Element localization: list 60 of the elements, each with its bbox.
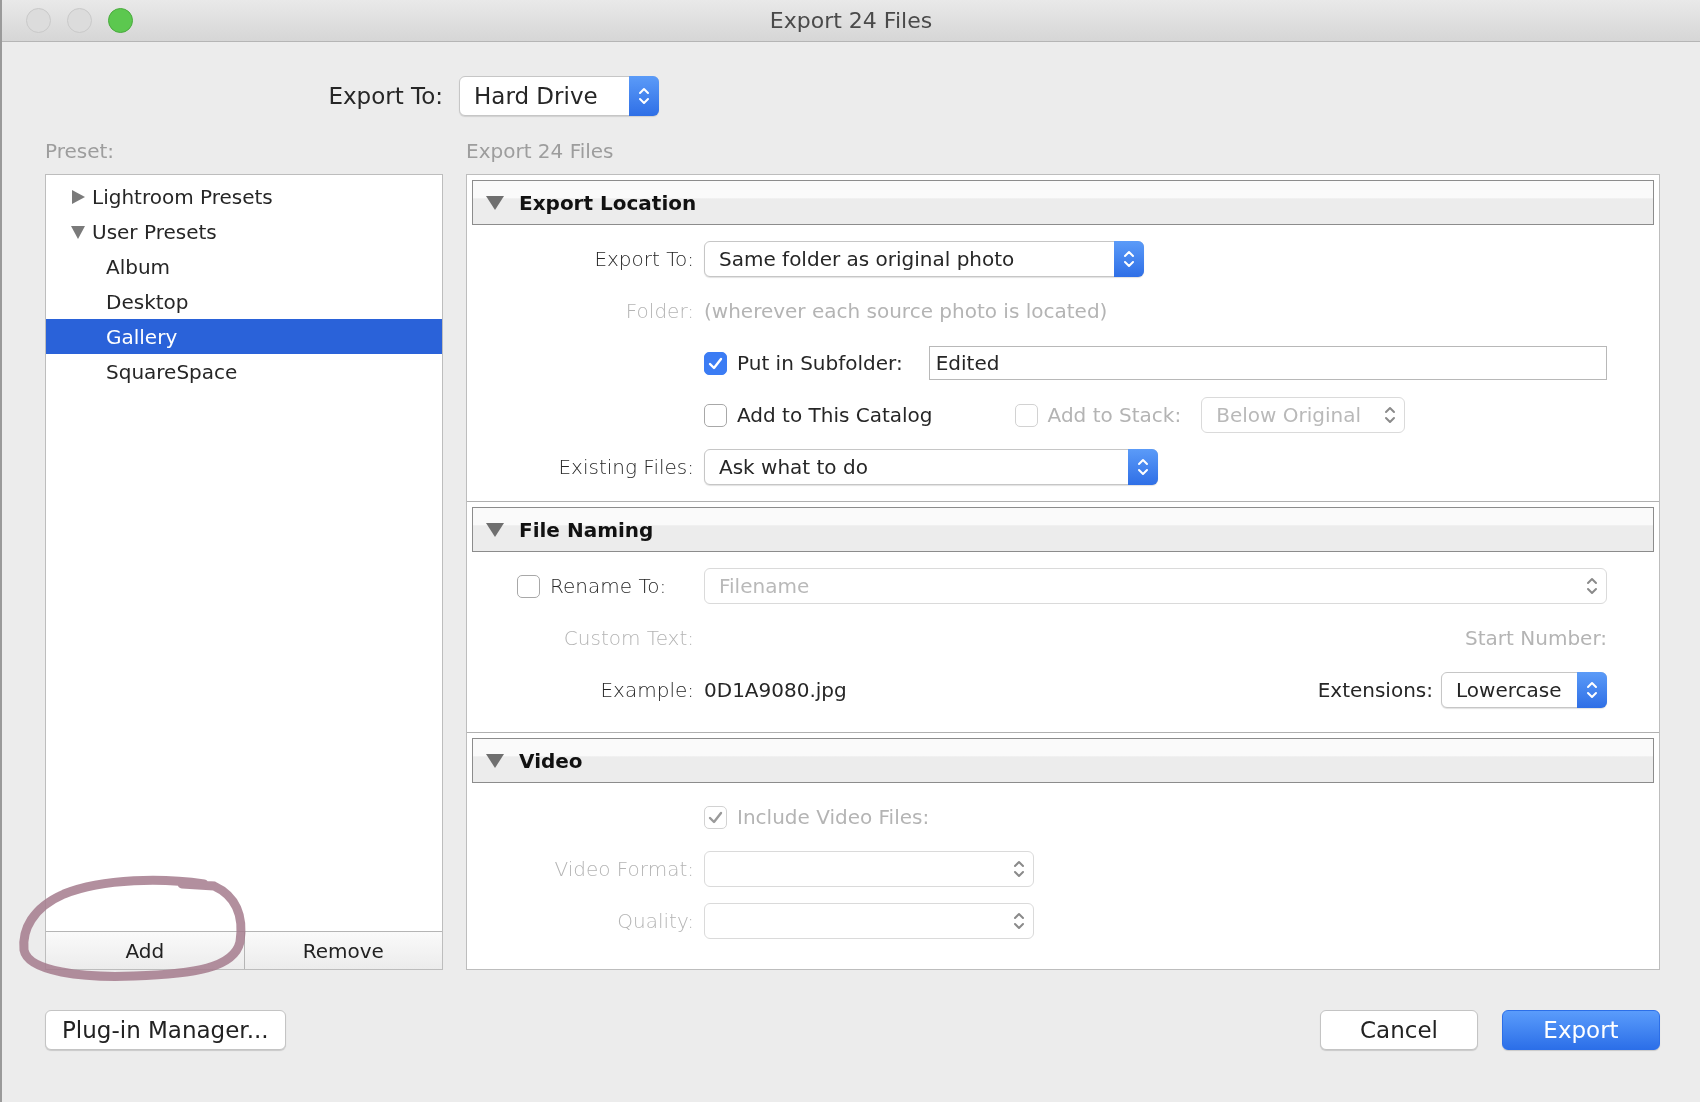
section-header[interactable]: File Naming <box>472 507 1654 552</box>
section-header[interactable]: Video <box>472 738 1654 783</box>
window-title: Export 24 Files <box>769 8 933 33</box>
field-value: 0D1A9080.jpg <box>704 677 847 704</box>
tree-item[interactable]: SquareSpace <box>46 354 442 389</box>
export-button[interactable]: Export <box>1502 1010 1660 1050</box>
stepper-icon <box>638 85 650 107</box>
checkbox-label: Rename To: <box>550 573 667 600</box>
plugin-manager-button[interactable]: Plug-in Manager... <box>45 1010 286 1050</box>
stepper-icon <box>1013 910 1025 932</box>
field-label: Export To: <box>594 246 694 273</box>
section-header[interactable]: Export Location <box>472 180 1654 225</box>
field-label: Custom Text: <box>563 625 694 652</box>
dropdown[interactable]: Hard Drive <box>459 76 659 116</box>
tree-item[interactable]: Lightroom Presets <box>46 179 442 214</box>
checkbox-label: Put in Subfolder: <box>737 350 903 377</box>
panel-caption: Export 24 Files <box>466 138 614 165</box>
field-label: Start Number: <box>1465 625 1607 652</box>
field-value: (wherever each source photo is located) <box>704 298 1108 325</box>
text-field[interactable]: Edited <box>928 346 1607 380</box>
expand-triangle-icon[interactable] <box>70 188 86 205</box>
collapse-triangle-icon <box>485 521 505 538</box>
tree-item[interactable]: Album <box>46 249 442 284</box>
stepper-icon <box>1586 575 1598 597</box>
field-label: Export To: <box>327 81 443 111</box>
field-label: Existing Files: <box>558 454 694 481</box>
checkbox[interactable] <box>517 574 540 598</box>
tree-item[interactable]: User Presets <box>46 214 442 249</box>
stepper-icon <box>1586 679 1598 701</box>
preset-caption: Preset: <box>45 138 115 165</box>
field-label: Folder: <box>625 298 694 325</box>
checkbox-label: Include Video Files: <box>737 804 930 831</box>
dropdown[interactable]: Lowercase <box>1441 672 1607 708</box>
dropdown[interactable]: Ask what to do <box>704 449 1158 485</box>
preset-button[interactable]: Add <box>46 931 244 969</box>
checkbox-label: Add to This Catalog <box>737 402 933 429</box>
collapse-triangle-icon[interactable] <box>70 223 86 240</box>
stepper-icon <box>1137 456 1149 478</box>
stepper-icon <box>1013 858 1025 880</box>
field-label: Quality: <box>617 908 694 935</box>
field-label: Extensions: <box>1317 677 1433 704</box>
field-label: Example: <box>600 677 694 704</box>
checkbox-label: Add to Stack: <box>1047 402 1182 429</box>
checkmark-icon <box>708 810 723 824</box>
dropdown[interactable]: Same folder as original photo <box>704 241 1144 277</box>
checkmark-icon <box>708 356 723 370</box>
checkbox[interactable] <box>704 351 727 375</box>
field-label: Video Format: <box>554 856 694 883</box>
preset-button[interactable]: Remove <box>243 931 442 969</box>
close-button[interactable] <box>26 8 51 33</box>
zoom-button[interactable] <box>108 8 133 33</box>
collapse-triangle-icon <box>485 194 505 211</box>
cancel-button[interactable]: Cancel <box>1320 1010 1478 1050</box>
checkbox[interactable] <box>704 403 727 427</box>
minimize-button[interactable] <box>67 8 92 33</box>
stepper-icon <box>1384 404 1397 426</box>
tree-item[interactable]: Desktop <box>46 284 442 319</box>
tree-item[interactable]: Gallery <box>46 319 442 354</box>
collapse-triangle-icon <box>485 752 505 769</box>
stepper-icon <box>1123 248 1135 270</box>
